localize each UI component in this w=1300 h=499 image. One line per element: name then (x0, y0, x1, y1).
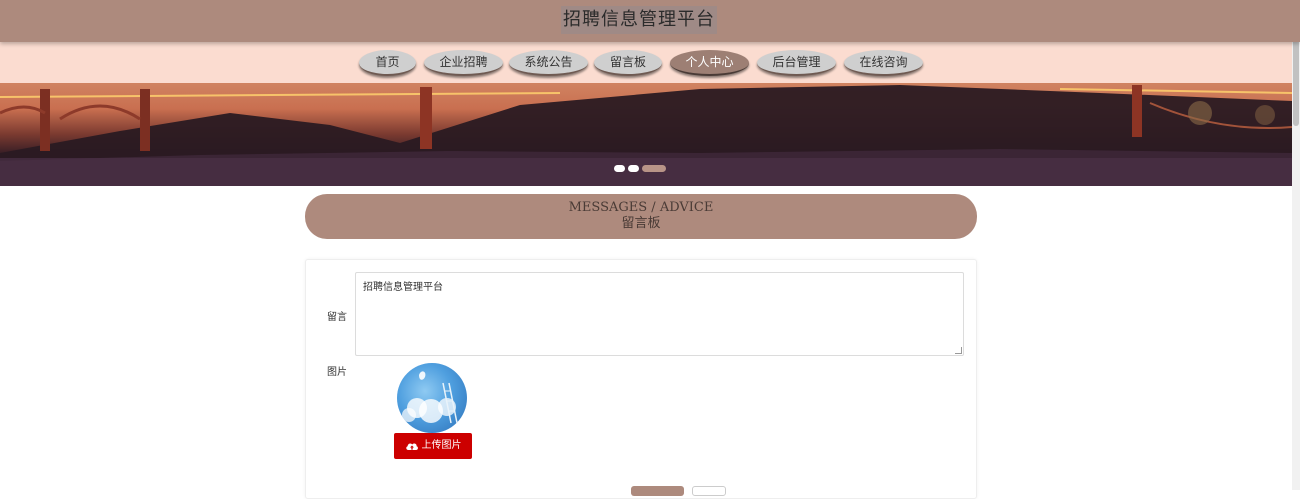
uploaded-image-preview (397, 363, 467, 433)
scrollbar-thumb[interactable] (1293, 28, 1299, 126)
submit-button[interactable] (631, 486, 684, 496)
main-nav: 首页 企业招聘 系统公告 留言板 个人中心 后台管理 在线咨询 (0, 42, 1300, 83)
nav-online-consult[interactable]: 在线咨询 (844, 50, 923, 76)
upload-image-button[interactable]: 上传图片 (394, 433, 472, 459)
section-title-cn: 留言板 (621, 216, 661, 231)
header: 招聘信息管理平台 (0, 0, 1300, 42)
message-textarea[interactable]: 招聘信息管理平台 (355, 272, 964, 356)
nav-announcements[interactable]: 系统公告 (509, 50, 588, 76)
slider-dots (614, 165, 666, 173)
slider-dot-3[interactable] (642, 165, 666, 172)
upload-button-label: 上传图片 (421, 440, 462, 451)
nav-home[interactable]: 首页 (359, 50, 416, 76)
message-label: 留言 (327, 312, 347, 323)
slider-dot-1[interactable] (614, 165, 625, 172)
section-header: MESSAGES / ADVICE 留言板 (305, 194, 977, 239)
slider-dot-2[interactable] (628, 165, 639, 172)
site-title: 招聘信息管理平台 (561, 6, 717, 34)
section-title-en: MESSAGES / ADVICE (568, 200, 714, 215)
nav-admin[interactable]: 后台管理 (757, 50, 836, 76)
cloud-upload-icon (405, 443, 418, 450)
sky-image (402, 371, 458, 424)
nav-personal-center[interactable]: 个人中心 (670, 50, 749, 76)
image-label: 图片 (327, 367, 347, 378)
nav-company-jobs[interactable]: 企业招聘 (424, 50, 503, 76)
resize-grip-icon[interactable] (955, 347, 962, 354)
nav-message-board[interactable]: 留言板 (594, 50, 662, 76)
message-text: 招聘信息管理平台 (363, 282, 443, 293)
reset-button[interactable] (692, 486, 726, 496)
